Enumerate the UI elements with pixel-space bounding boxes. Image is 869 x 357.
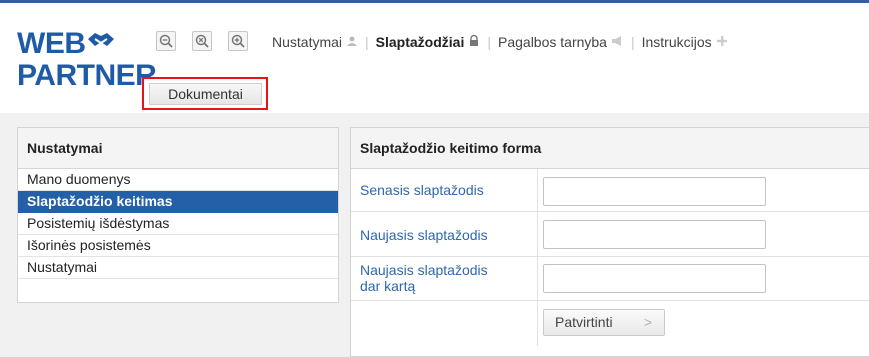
repeat-password-label-line1: Naujasis slaptažodis — [360, 262, 488, 278]
zoom-reset-button[interactable] — [192, 31, 212, 51]
zoom-reset-icon — [195, 34, 209, 48]
lock-icon — [468, 34, 480, 50]
form-title: Slaptažodžio keitimo forma — [351, 128, 869, 169]
plus-icon — [716, 34, 728, 50]
row-divider — [537, 169, 538, 211]
old-password-label: Senasis slaptažodis — [360, 182, 484, 198]
chevron-right-icon: > — [643, 314, 652, 330]
form-row-old-password: Senasis slaptažodis — [351, 169, 869, 212]
row-divider — [537, 257, 538, 300]
old-password-field[interactable] — [543, 177, 766, 206]
top-nav-pagalbos-tarnyba[interactable]: Pagalbos tarnyba — [498, 34, 624, 50]
new-password-field[interactable] — [543, 220, 766, 249]
repeat-password-field[interactable] — [543, 264, 766, 293]
zoom-out-button[interactable] — [156, 31, 176, 51]
top-nav-label: Slaptažodžiai — [375, 34, 465, 50]
nav-separator: | — [365, 34, 369, 50]
password-change-form: Slaptažodžio keitimo forma Senasis slapt… — [350, 127, 869, 357]
webpartner-logo[interactable]: WEB PARTNER — [17, 27, 157, 97]
top-nav-slaptazodziai[interactable]: Slaptažodžiai — [376, 34, 481, 50]
dokumentai-button[interactable]: Dokumentai — [149, 83, 262, 105]
sidebar-item-isorines-posistemes[interactable]: Išorinės posistemės — [18, 235, 338, 257]
megaphone-icon — [611, 34, 624, 50]
top-nav-instrukcijos[interactable]: Instrukcijos — [642, 34, 728, 50]
logo-line2: PARTNER — [17, 59, 157, 92]
form-row-submit: Patvirtinti > — [351, 301, 869, 346]
form-row-repeat-password: Naujasis slaptažodis dar kartą — [351, 257, 869, 301]
sidebar-list: Mano duomenys Slaptažodžio keitimas Posi… — [18, 169, 338, 279]
top-nav-label: Pagalbos tarnyba — [498, 34, 607, 50]
logo-line1: WEB — [17, 27, 86, 60]
sidebar-item-nustatymai[interactable]: Nustatymai — [18, 257, 338, 279]
confirm-button[interactable]: Patvirtinti > — [543, 309, 665, 336]
nav-separator: | — [487, 34, 491, 50]
nav-separator: | — [630, 34, 635, 50]
header: WEB PARTNER Nustatymai | Slaptažodžiai |… — [0, 3, 869, 113]
sidebar-item-slaptazodzio-keitimas[interactable]: Slaptažodžio keitimas — [18, 191, 338, 213]
confirm-button-label: Patvirtinti — [555, 314, 613, 330]
top-nav-label: Instrukcijos — [641, 34, 712, 50]
dokumentai-highlight: Dokumentai — [142, 77, 268, 110]
top-nav-nustatymai[interactable]: Nustatymai — [272, 34, 358, 50]
sidebar-item-mano-duomenys[interactable]: Mano duomenys — [18, 169, 338, 191]
user-icon — [346, 34, 358, 50]
repeat-password-label-line2: dar kartą — [360, 278, 416, 294]
form-row-new-password: Naujasis slaptažodis — [351, 212, 869, 257]
zoom-in-icon — [231, 34, 245, 48]
zoom-in-button[interactable] — [228, 31, 248, 51]
handshake-icon — [88, 33, 114, 46]
settings-sidebar: Nustatymai Mano duomenys Slaptažodžio ke… — [17, 127, 339, 303]
sidebar-item-posistemiu-isdestymas[interactable]: Posistemių išdėstymas — [18, 213, 338, 235]
sidebar-title: Nustatymai — [18, 128, 338, 169]
row-divider — [537, 212, 538, 256]
row-divider — [537, 301, 538, 346]
top-nav-label: Nustatymai — [272, 34, 343, 50]
top-nav: Nustatymai | Slaptažodžiai | Pagalbos ta… — [272, 31, 728, 53]
new-password-label: Naujasis slaptažodis — [360, 227, 488, 243]
zoom-out-icon — [159, 34, 173, 48]
repeat-password-label: Naujasis slaptažodis dar kartą — [360, 262, 488, 294]
